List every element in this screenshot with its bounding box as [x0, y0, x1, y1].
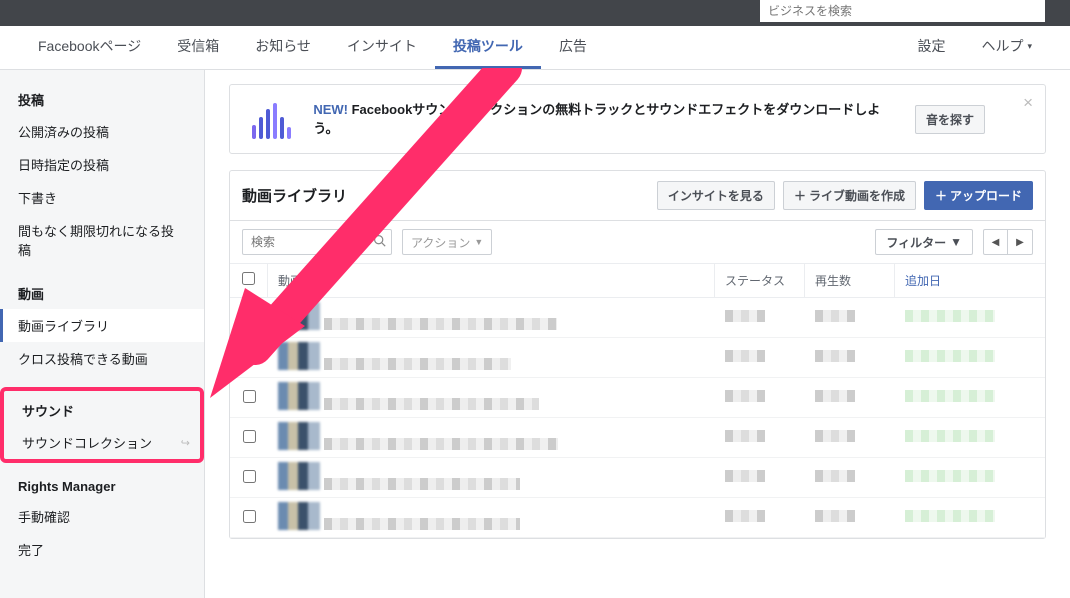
tab-2[interactable]: お知らせ: [237, 26, 329, 69]
status-redacted: [725, 510, 765, 522]
popout-icon: ↪: [181, 436, 190, 449]
table-row[interactable]: [230, 378, 1045, 418]
row-checkbox[interactable]: [243, 510, 256, 523]
view-insight-button[interactable]: インサイトを見る: [657, 181, 775, 210]
column-date[interactable]: 追加日: [895, 264, 1045, 297]
video-title-redacted: [324, 358, 511, 370]
notice-text: Facebookサウンドコレクションの無料トラックとサウンドエフェクトをダウンロ…: [313, 102, 880, 137]
video-thumbnail: [278, 382, 320, 410]
status-redacted: [725, 470, 765, 482]
date-redacted: [905, 510, 995, 522]
video-title-redacted: [324, 518, 520, 530]
sidebar-group-title: Rights Manager: [0, 473, 204, 500]
date-redacted: [905, 310, 995, 322]
chevron-down-icon: ▼: [474, 237, 483, 247]
column-status[interactable]: ステータス: [715, 264, 805, 297]
pager-next[interactable]: ▶: [1008, 230, 1032, 254]
sidebar-group-title: サウンド: [4, 391, 200, 426]
plays-redacted: [815, 390, 855, 402]
table-row[interactable]: [230, 338, 1045, 378]
business-search-input[interactable]: [760, 0, 1045, 22]
tab-right-1[interactable]: ヘルプ▾: [963, 26, 1050, 69]
find-sound-button[interactable]: 音を探す: [915, 105, 985, 134]
pager-prev[interactable]: ◀: [984, 230, 1008, 254]
status-redacted: [725, 310, 765, 322]
tab-right-0[interactable]: 設定: [899, 26, 963, 69]
video-thumbnail: [278, 422, 320, 450]
upload-button[interactable]: ＋アップロード: [924, 181, 1033, 210]
table-row[interactable]: [230, 498, 1045, 538]
tab-4[interactable]: 投稿ツール: [435, 26, 541, 69]
panel-title: 動画ライブラリ: [242, 185, 649, 206]
tab-3[interactable]: インサイト: [329, 26, 435, 69]
date-redacted: [905, 470, 995, 482]
column-video[interactable]: 動画: [268, 264, 715, 297]
row-checkbox[interactable]: [243, 310, 256, 323]
status-redacted: [725, 390, 765, 402]
search-icon: [373, 234, 386, 250]
row-checkbox[interactable]: [243, 350, 256, 363]
tab-1[interactable]: 受信箱: [159, 26, 237, 69]
sidebar-item[interactable]: 公開済みの投稿: [0, 115, 204, 148]
table-row[interactable]: [230, 298, 1045, 338]
video-title-redacted: [324, 398, 539, 410]
tab-5[interactable]: 広告: [541, 26, 605, 69]
plays-redacted: [815, 430, 855, 442]
tab-0[interactable]: Facebookページ: [20, 26, 159, 69]
sidebar-item[interactable]: 動画ライブラリ: [0, 309, 204, 342]
select-all-checkbox[interactable]: [242, 272, 255, 285]
sidebar-item[interactable]: 間もなく期限切れになる投稿: [0, 214, 204, 266]
pager: ◀ ▶: [983, 229, 1033, 255]
chevron-down-icon: ▾: [1027, 41, 1032, 52]
video-thumbnail: [278, 502, 320, 530]
sidebar-group-title: 投稿: [0, 84, 204, 115]
video-library-panel: 動画ライブラリ インサイトを見る ＋ライブ動画を作成 ＋アップロード アクション…: [229, 170, 1046, 539]
plays-redacted: [815, 510, 855, 522]
video-thumbnail: [278, 342, 320, 370]
table-row[interactable]: [230, 418, 1045, 458]
status-redacted: [725, 350, 765, 362]
row-checkbox[interactable]: [243, 390, 256, 403]
video-title-redacted: [324, 478, 520, 490]
sound-wave-icon: [248, 99, 295, 139]
new-badge: NEW!: [313, 102, 348, 117]
close-icon[interactable]: ×: [1023, 93, 1033, 113]
sound-collection-notice: NEW! Facebookサウンドコレクションの無料トラックとサウンドエフェクト…: [229, 84, 1046, 154]
plays-redacted: [815, 350, 855, 362]
date-redacted: [905, 390, 995, 402]
row-checkbox[interactable]: [243, 430, 256, 443]
sidebar-item[interactable]: 手動確認: [0, 500, 204, 533]
chevron-down-icon: ▼: [950, 235, 962, 249]
status-redacted: [725, 430, 765, 442]
sidebar-item[interactable]: 日時指定の投稿: [0, 148, 204, 181]
sidebar: 投稿公開済みの投稿日時指定の投稿下書き間もなく期限切れになる投稿動画動画ライブラ…: [0, 70, 205, 598]
video-thumbnail: [278, 462, 320, 490]
video-title-redacted: [324, 438, 558, 450]
date-redacted: [905, 430, 995, 442]
filter-dropdown[interactable]: フィルター▼: [875, 229, 973, 255]
row-checkbox[interactable]: [243, 470, 256, 483]
page-tabs: Facebookページ受信箱お知らせインサイト投稿ツール広告 設定ヘルプ▾: [0, 26, 1070, 70]
plays-redacted: [815, 470, 855, 482]
date-redacted: [905, 350, 995, 362]
video-title-redacted: [324, 318, 557, 330]
plays-redacted: [815, 310, 855, 322]
create-live-button[interactable]: ＋ライブ動画を作成: [783, 181, 916, 210]
sidebar-item[interactable]: クロス投稿できる動画: [0, 342, 204, 375]
sidebar-item[interactable]: 下書き: [0, 181, 204, 214]
video-search-input[interactable]: [242, 229, 392, 255]
column-plays[interactable]: 再生数: [805, 264, 895, 297]
sidebar-item[interactable]: サウンドコレクション↪: [4, 426, 200, 459]
sidebar-group-title: 動画: [0, 278, 204, 309]
sidebar-item[interactable]: 完了: [0, 533, 204, 566]
action-dropdown[interactable]: アクション▼: [402, 229, 492, 255]
video-thumbnail: [278, 302, 320, 330]
table-row[interactable]: [230, 458, 1045, 498]
